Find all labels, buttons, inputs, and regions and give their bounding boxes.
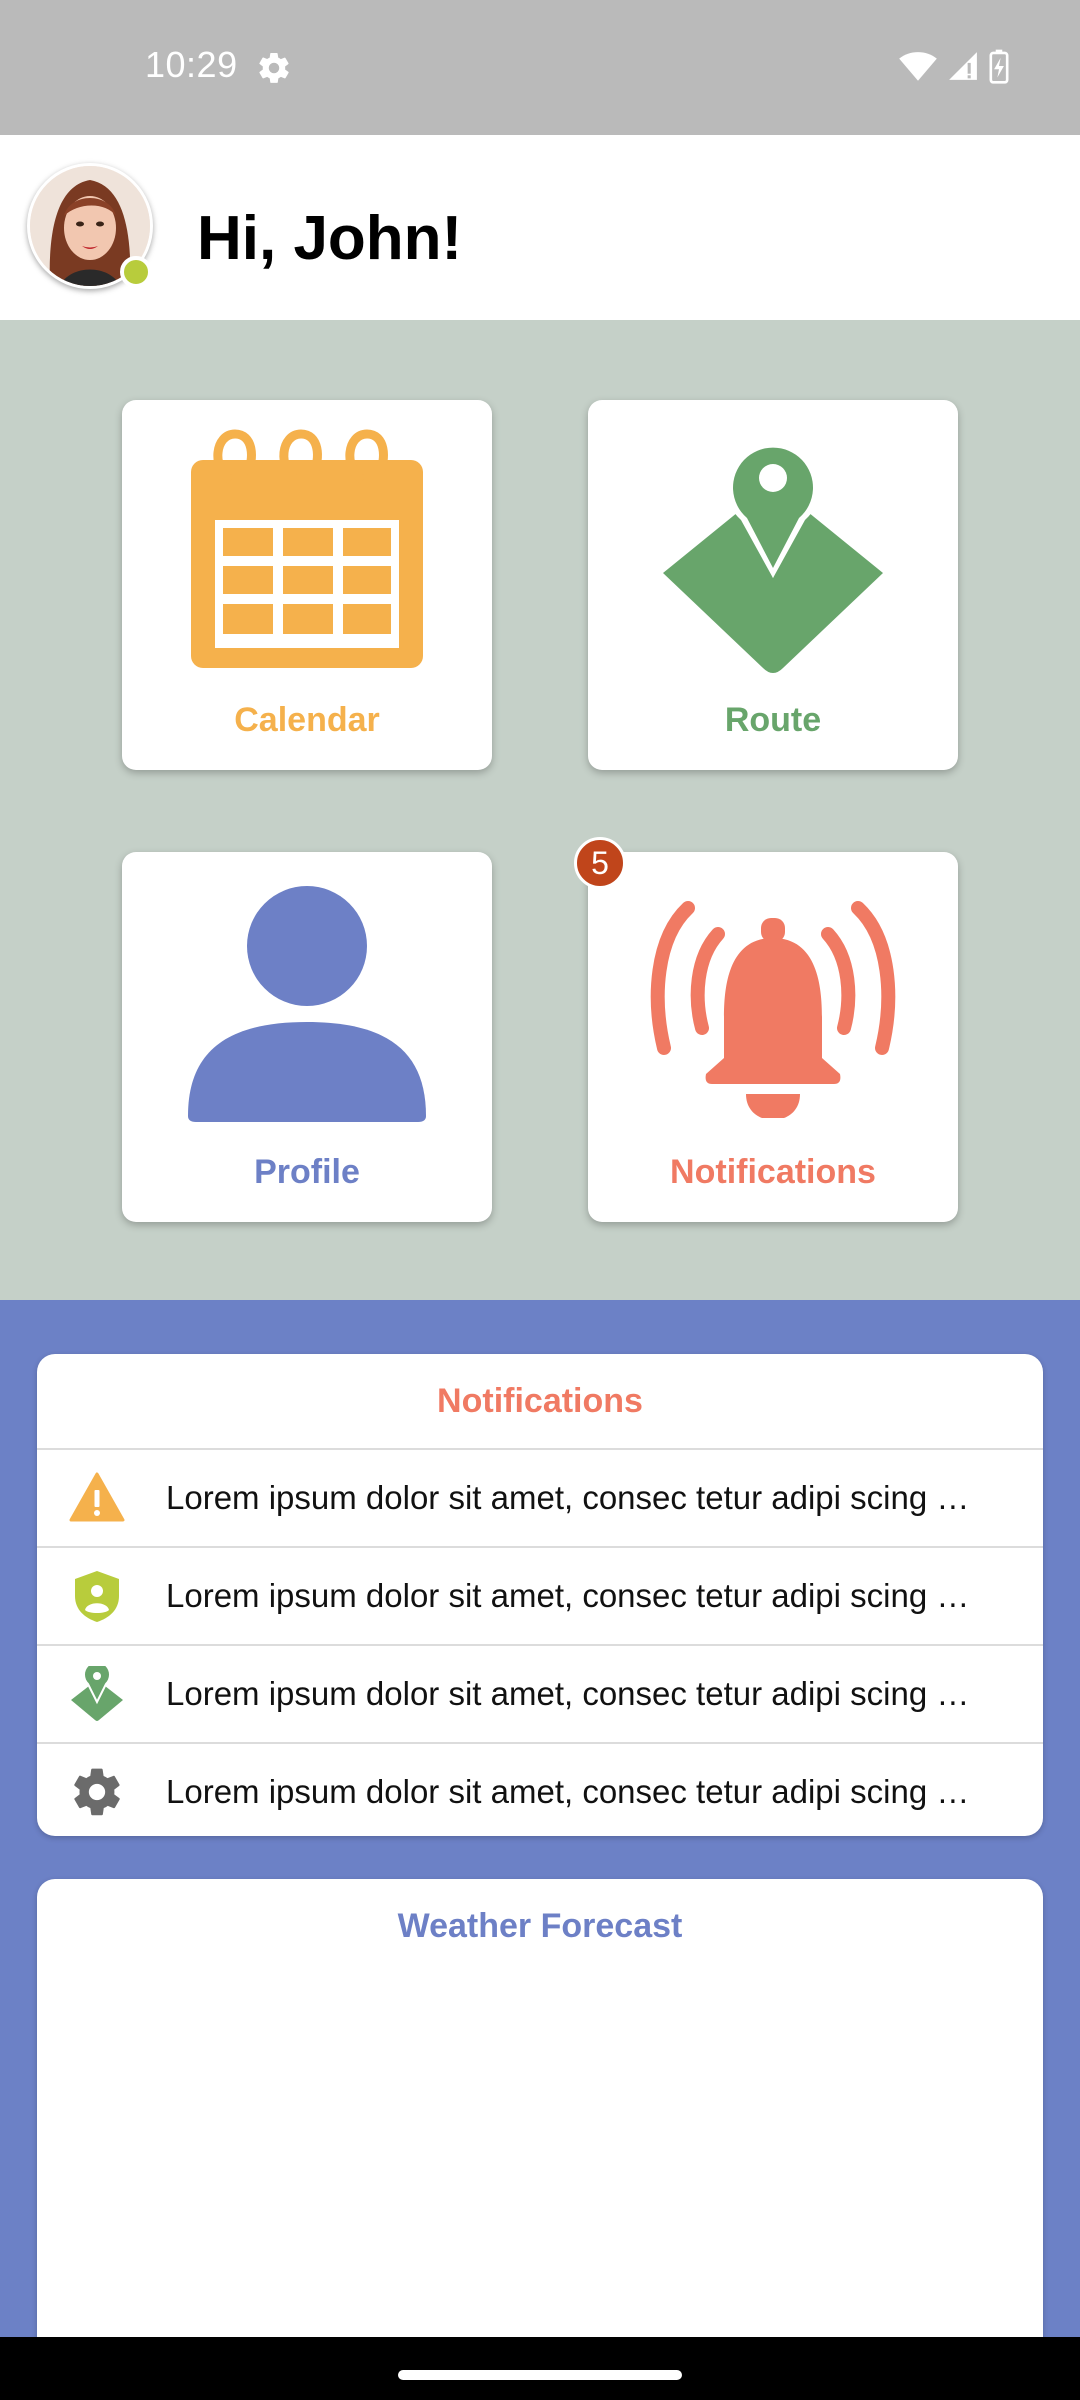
notifications-card-title: Notifications: [437, 1382, 643, 1420]
notification-text: Lorem ipsum dolor sit amet, consec tetur…: [166, 1675, 970, 1712]
notification-row[interactable]: Lorem ipsum dolor sit amet, consec tetur…: [37, 1448, 1043, 1546]
status-icons: [898, 48, 1010, 84]
tile-route-label: Route: [724, 701, 822, 739]
wifi-icon: [899, 52, 937, 81]
app-header: [0, 135, 1080, 320]
notifications-count-badge: 5: [574, 837, 626, 889]
gear-icon: [74, 1768, 120, 1816]
tile-route[interactable]: Route: [588, 400, 958, 770]
battery-charging-icon: [989, 49, 1009, 84]
map-pin-icon: [663, 436, 883, 673]
weather-forecast-card: Weather Forecast: [37, 1879, 1043, 2349]
status-bar: 10:29: [0, 0, 1080, 135]
tile-notifications-label: Notifications: [670, 1153, 876, 1191]
notification-text: Lorem ipsum dolor sit amet, consec tetur…: [166, 1479, 970, 1516]
notification-row[interactable]: Lorem ipsum dolor sit amet, consec tetur…: [37, 1644, 1043, 1742]
calendar-icon: [191, 429, 423, 668]
tile-profile-label: Profile: [254, 1153, 360, 1191]
home-gesture-handle[interactable]: [398, 2370, 682, 2380]
greeting-title: Hi, John!: [197, 204, 463, 273]
notification-row[interactable]: Lorem ipsum dolor sit amet, consec tetur…: [37, 1546, 1043, 1644]
settings-gear-icon: [259, 52, 289, 83]
tile-calendar-label: Calendar: [234, 701, 380, 739]
warning-icon: [69, 1472, 125, 1522]
status-time: 10:29: [145, 44, 238, 85]
shield-user-icon: [75, 1571, 119, 1622]
notifications-card: Notifications Lorem ipsum dolor sit amet…: [37, 1354, 1043, 1836]
notification-row[interactable]: Lorem ipsum dolor sit amet, consec tetur…: [37, 1742, 1043, 1836]
person-icon: [188, 886, 426, 1122]
notification-text: Lorem ipsum dolor sit amet, consec tetur…: [166, 1773, 970, 1810]
tile-notifications[interactable]: Notifications: [588, 852, 958, 1222]
online-status-dot: [120, 256, 152, 288]
signal-icon: [949, 52, 977, 80]
map-pin-icon: [71, 1666, 123, 1721]
bell-icon: [650, 901, 896, 1118]
system-navigation-bar: [0, 2337, 1080, 2400]
weather-card-title: Weather Forecast: [397, 1907, 683, 1945]
tile-profile[interactable]: Profile: [122, 852, 492, 1222]
notification-text: Lorem ipsum dolor sit amet, consec tetur…: [166, 1577, 970, 1614]
tile-calendar[interactable]: Calendar: [122, 400, 492, 770]
